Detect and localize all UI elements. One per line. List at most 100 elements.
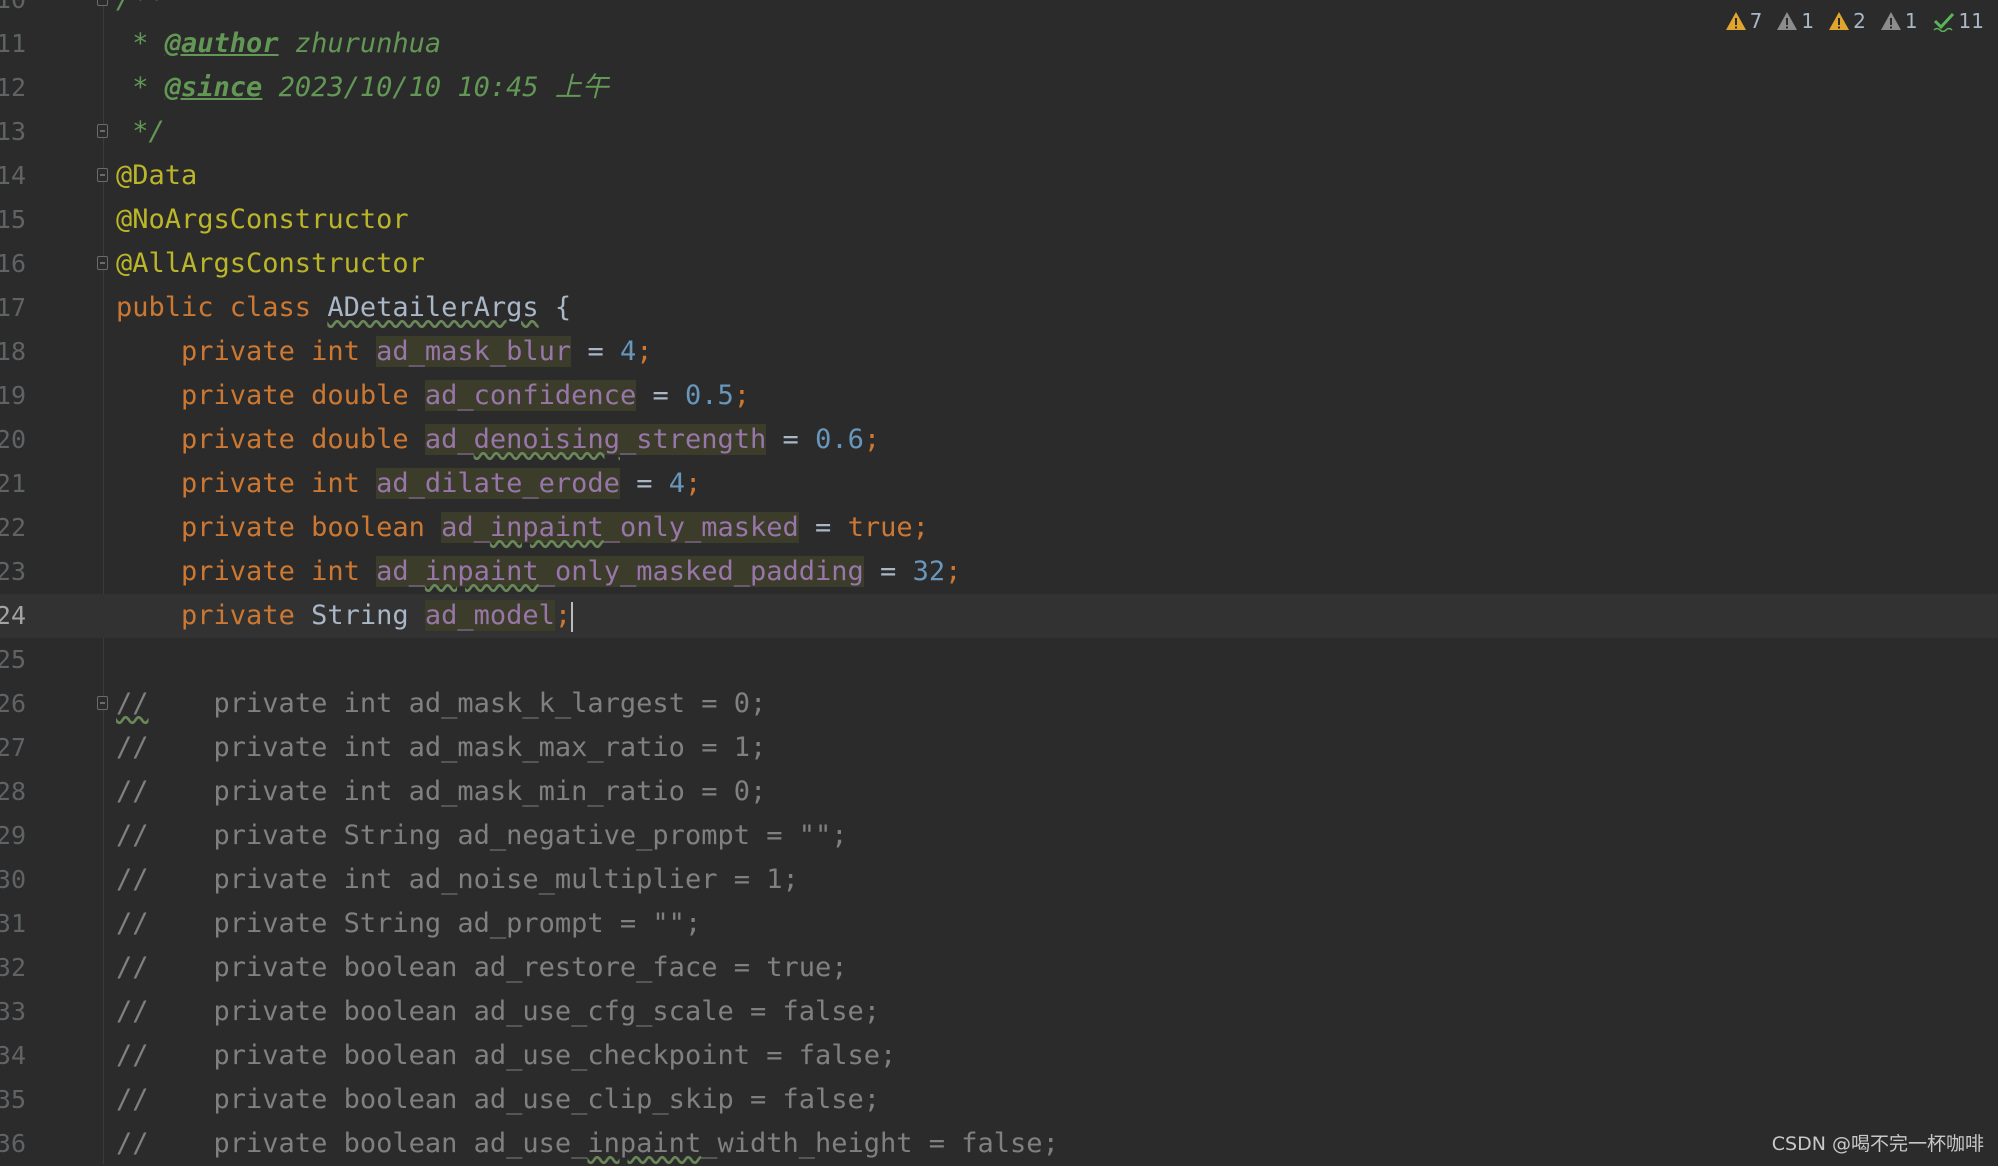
code-line[interactable]: 23 private int ad_inpaint_only_masked_pa… [0, 550, 1998, 594]
code-text: // private String ad_negative_prompt = "… [116, 820, 848, 851]
code-text: // private String ad_prompt = ""; [116, 908, 702, 939]
code-line[interactable]: 14 @Data [0, 154, 1998, 198]
code-text: /** [116, 0, 165, 22]
code-text: * @author zhurunhua [116, 28, 442, 59]
line-number: 14 [0, 161, 26, 190]
code-text: @Data [116, 160, 198, 191]
fold-icon[interactable] [97, 256, 108, 270]
code-text: private int ad_dilate_erode = 4; [181, 468, 702, 499]
code-text: private double ad_confidence = 0.5; [181, 380, 751, 411]
weak-warning-icon [1777, 12, 1798, 30]
line-number: 27 [0, 733, 26, 762]
code-line[interactable]: 21 private int ad_dilate_erode = 4; [0, 462, 1998, 506]
code-line[interactable]: 27 // private int ad_mask_max_ratio = 1; [0, 726, 1998, 770]
code-text: // private int ad_mask_k_largest = 0; [116, 688, 767, 719]
code-text: * @since 2023/10/10 10:45 上午 [116, 72, 609, 103]
code-line[interactable]: 19 private double ad_confidence = 0.5; [0, 374, 1998, 418]
code-text: // private int ad_noise_multiplier = 1; [116, 864, 799, 895]
fold-icon[interactable] [97, 696, 108, 710]
line-number: 21 [0, 469, 26, 498]
line-number: 33 [0, 997, 26, 1026]
code-text: @NoArgsConstructor [116, 204, 409, 235]
code-text: public class ADetailerArgs { [116, 292, 572, 323]
code-line[interactable]: 20 private double ad_denoising_strength … [0, 418, 1998, 462]
weak-warning-icon [1880, 12, 1901, 30]
code-line[interactable]: 12 * @since 2023/10/10 10:45 上午 [0, 66, 1998, 110]
code-line[interactable]: 11 * @author zhurunhua [0, 22, 1998, 66]
code-line[interactable]: 30 // private int ad_noise_multiplier = … [0, 858, 1998, 902]
code-line[interactable]: 17 public class ADetailerArgs { [0, 286, 1998, 330]
code-text: // private boolean ad_restore_face = tru… [116, 952, 848, 983]
line-number: 12 [0, 73, 26, 102]
code-line[interactable]: 36 // private boolean ad_use_inpaint_wid… [0, 1122, 1998, 1166]
code-line-current[interactable]: 24 private String ad_model; [0, 594, 1998, 638]
line-number: 20 [0, 425, 26, 454]
code-text: // private int ad_mask_max_ratio = 1; [116, 732, 767, 763]
line-number: 30 [0, 865, 26, 894]
code-line[interactable]: 35 // private boolean ad_use_clip_skip =… [0, 1078, 1998, 1122]
warnings-indicator[interactable]: 7 [1725, 9, 1763, 33]
fold-icon[interactable] [97, 124, 108, 138]
code-line[interactable]: 25 [0, 638, 1998, 682]
code-line[interactable]: 15 @NoArgsConstructor [0, 198, 1998, 242]
code-line[interactable]: 32 // private boolean ad_restore_face = … [0, 946, 1998, 990]
weak-warnings-indicator[interactable]: 1 [1776, 9, 1814, 33]
code-text: private boolean ad_inpaint_only_masked =… [181, 512, 929, 543]
warning-icon [1829, 12, 1850, 30]
inspection-widget[interactable]: 7 1 2 1 11 [1725, 6, 1984, 36]
code-line[interactable]: 28 // private int ad_mask_min_ratio = 0; [0, 770, 1998, 814]
line-number: 22 [0, 513, 26, 542]
code-line[interactable]: 16 @AllArgsConstructor [0, 242, 1998, 286]
line-number: 26 [0, 689, 26, 718]
code-text: private int ad_inpaint_only_masked_paddi… [181, 556, 962, 587]
line-number: 29 [0, 821, 26, 850]
weak-warnings-indicator-2[interactable]: 1 [1880, 9, 1918, 33]
watermark: CSDN @喝不完一杯咖啡 [1771, 1133, 1984, 1155]
line-number: 34 [0, 1041, 26, 1070]
line-number: 24 [0, 601, 26, 630]
line-number: 25 [0, 645, 26, 674]
fold-icon[interactable] [97, 168, 108, 182]
line-number: 18 [0, 337, 26, 366]
code-line[interactable]: 26 // private int ad_mask_k_largest = 0; [0, 682, 1998, 726]
line-number: 15 [0, 205, 26, 234]
line-number: 32 [0, 953, 26, 982]
code-line[interactable]: 10 /** [0, 0, 1998, 22]
line-number: 35 [0, 1085, 26, 1114]
code-line[interactable]: 22 private boolean ad_inpaint_only_maske… [0, 506, 1998, 550]
line-number: 10 [0, 0, 26, 22]
code-text: private double ad_denoising_strength = 0… [181, 424, 881, 455]
line-number: 11 [0, 29, 26, 58]
weak-warnings-count: 1 [1801, 9, 1815, 33]
code-line[interactable]: 13 */ [0, 110, 1998, 154]
code-text: // private boolean ad_use_cfg_scale = fa… [116, 996, 881, 1027]
line-number: 13 [0, 117, 26, 146]
code-line[interactable]: 34 // private boolean ad_use_checkpoint … [0, 1034, 1998, 1078]
typo-check-icon [1933, 12, 1954, 32]
code-text: // private boolean ad_use_inpaint_width_… [116, 1128, 1059, 1159]
code-text: @AllArgsConstructor [116, 248, 425, 279]
code-text: // private boolean ad_use_clip_skip = fa… [116, 1084, 881, 1115]
warnings-count: 2 [1853, 9, 1866, 33]
line-number: 17 [0, 293, 26, 322]
code-text: // private boolean ad_use_checkpoint = f… [116, 1040, 897, 1071]
typos-indicator[interactable]: 11 [1932, 9, 1984, 33]
warnings-count: 7 [1749, 9, 1763, 33]
code-line[interactable]: 31 // private String ad_prompt = ""; [0, 902, 1998, 946]
fold-icon[interactable] [97, 0, 108, 6]
text-cursor [571, 601, 574, 632]
line-number: 31 [0, 909, 26, 938]
warning-icon [1725, 12, 1746, 30]
line-number: 36 [0, 1129, 26, 1158]
code-editor[interactable]: 10 /** 11 * @author zhurunhua 12 * @sinc… [0, 0, 1998, 1164]
line-number: 28 [0, 777, 26, 806]
code-line[interactable]: 33 // private boolean ad_use_cfg_scale =… [0, 990, 1998, 1034]
weak-warnings-count: 1 [1904, 9, 1918, 33]
warnings-indicator-2[interactable]: 2 [1828, 9, 1866, 33]
line-number: 19 [0, 381, 26, 410]
code-text: private int ad_mask_blur = 4; [181, 336, 653, 367]
line-number: 23 [0, 557, 26, 586]
code-line[interactable]: 18 private int ad_mask_blur = 4; [0, 330, 1998, 374]
code-text: // private int ad_mask_min_ratio = 0; [116, 776, 767, 807]
code-line[interactable]: 29 // private String ad_negative_prompt … [0, 814, 1998, 858]
